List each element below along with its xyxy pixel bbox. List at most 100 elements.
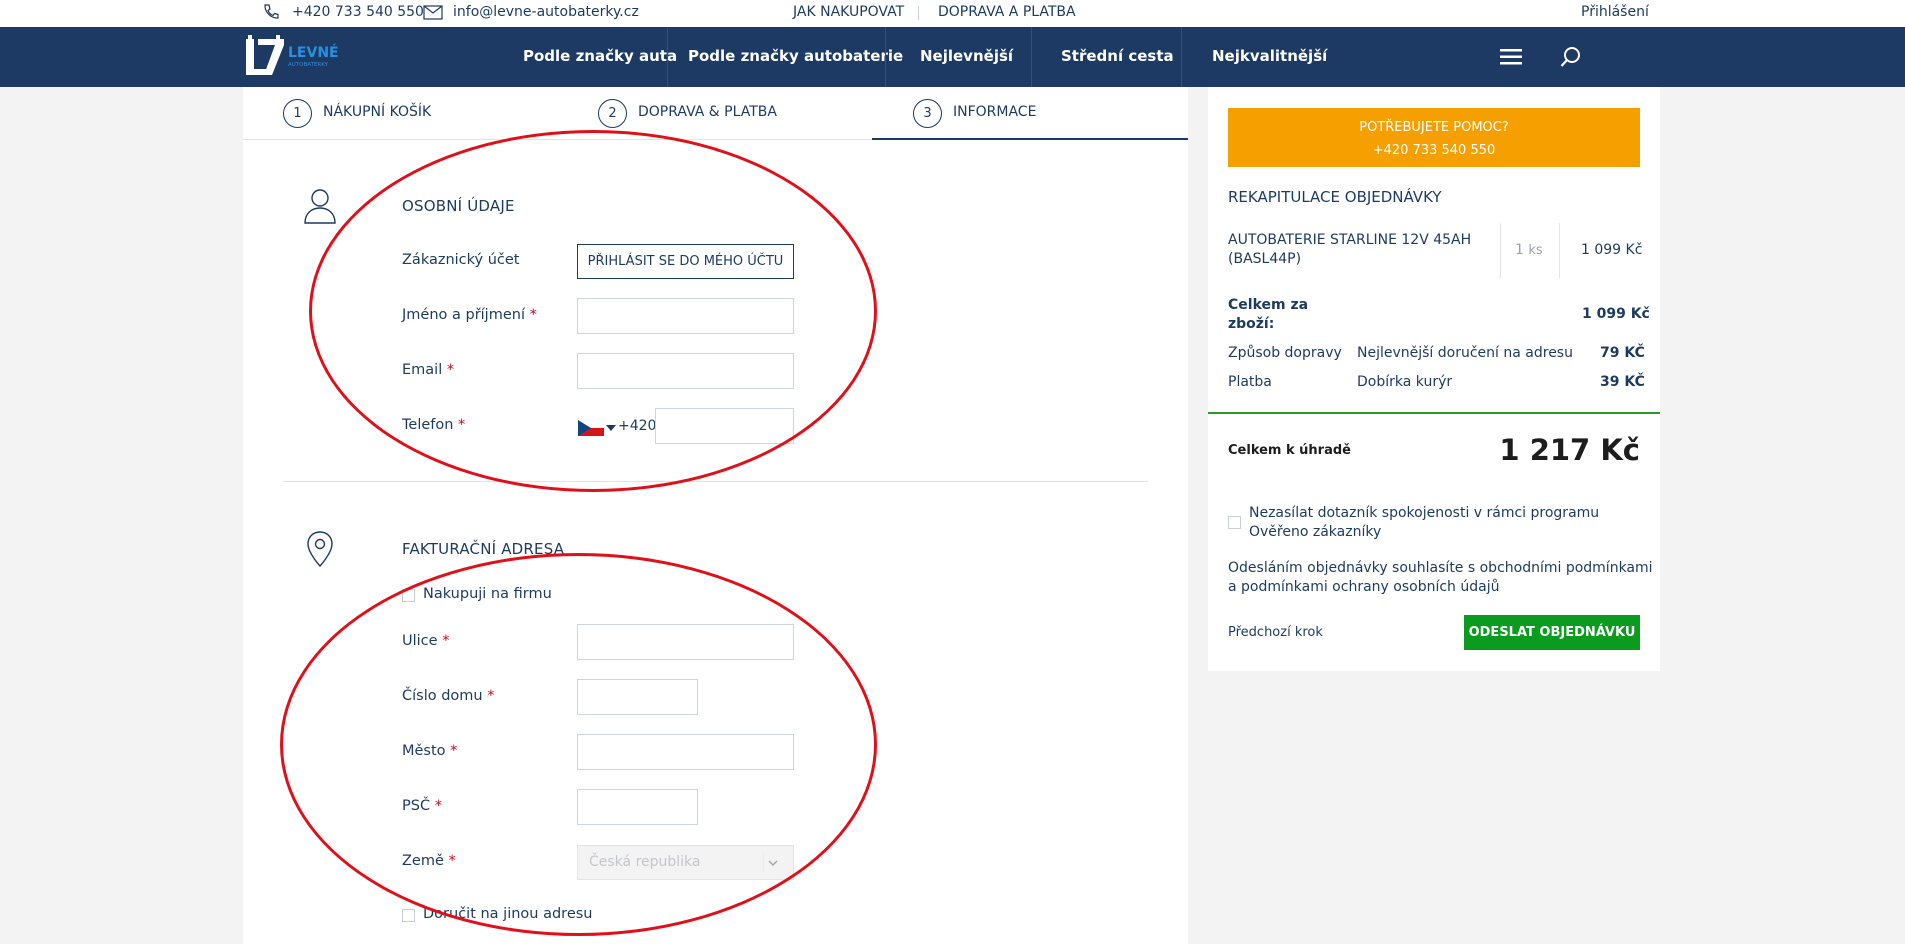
help-phone[interactable]: +420 733 540 550	[1228, 143, 1640, 158]
street-label: Ulice *	[402, 633, 449, 649]
topbar-separator	[918, 6, 919, 20]
product-quantity-unit: ks	[1528, 243, 1543, 258]
menu-icon[interactable]	[1500, 48, 1522, 66]
country-select-value: Česká republika	[589, 854, 701, 870]
shipping-method: Nejlevnější doručení na adresu	[1357, 345, 1573, 361]
help-box[interactable]: POTŘEBUJETE POMOC? +420 733 540 550	[1228, 108, 1640, 167]
checkout-steps: 1 NÁKUPNÍ KOŠÍK 2 DOPRAVA & PLATBA 3 INF…	[243, 87, 1188, 140]
phone-input[interactable]	[655, 408, 794, 444]
required-mark: *	[450, 743, 458, 759]
logo-subtext: AUTOBATERKY	[288, 62, 329, 68]
site-logo[interactable]: LEVNÉ AUTOBATERKY	[244, 35, 344, 79]
nav-divider	[1031, 27, 1032, 87]
nav-divider	[885, 27, 886, 87]
step-label: INFORMACE	[953, 104, 1037, 120]
payment-label: Platba	[1228, 374, 1272, 390]
total-divider	[1208, 412, 1660, 414]
product-price: 1 099 Kč	[1581, 242, 1643, 258]
required-mark: *	[434, 798, 442, 814]
logo-text: LEVNÉ	[288, 44, 339, 61]
how-to-buy-link[interactable]: JAK NAKUPOVAT	[793, 4, 904, 20]
required-mark: *	[529, 307, 537, 323]
zip-input[interactable]	[577, 789, 698, 825]
country-label-text: Země	[402, 853, 444, 869]
topbar-phone-link[interactable]: +420 733 540 550	[292, 4, 424, 20]
nav-highest-quality[interactable]: Nejkvalitnější	[1212, 27, 1327, 87]
email-input[interactable]	[577, 353, 794, 389]
street-input[interactable]	[577, 624, 794, 660]
payment-price: 39 KČ	[1600, 374, 1645, 390]
city-label-text: Město	[402, 743, 446, 759]
phone-prefix: +420	[618, 418, 657, 434]
nav-by-battery-brand[interactable]: Podle značky autobaterie	[688, 27, 903, 87]
shipping-label: Způsob dopravy	[1228, 345, 1342, 361]
required-mark: *	[442, 633, 450, 649]
help-title: POTŘEBUJETE POMOC?	[1359, 120, 1509, 135]
previous-step-link[interactable]: Předchozí krok	[1228, 625, 1323, 640]
login-account-button[interactable]: PŘIHLÁSIT SE DO MÉHO ÚČTU	[577, 244, 794, 279]
billing-section-title: FAKTURAČNÍ ADRESA	[402, 540, 565, 558]
shipping-payment-link[interactable]: DOPRAVA A PLATBA	[938, 4, 1076, 20]
total-value: 1 217 Kč	[1499, 433, 1640, 467]
email-label: Email *	[402, 362, 454, 378]
nav-divider	[667, 27, 668, 87]
step-number: 1	[283, 99, 312, 128]
house-label-text: Číslo domu	[402, 688, 483, 704]
country-select[interactable]: Česká republika	[577, 845, 794, 880]
nav-middle-way[interactable]: Střední cesta	[1061, 27, 1174, 87]
city-input[interactable]	[577, 734, 794, 770]
name-input[interactable]	[577, 298, 794, 334]
required-mark: *	[448, 853, 456, 869]
goods-total-label-line2: zboží:	[1228, 316, 1275, 332]
name-label: Jméno a příjmení *	[402, 307, 537, 323]
chevron-down-icon	[763, 852, 783, 872]
survey-checkbox-label-line2: Ověřeno zákazníky	[1249, 524, 1382, 540]
order-summary: POTŘEBUJETE POMOC? +420 733 540 550 REKA…	[1208, 87, 1660, 671]
other-address-checkbox[interactable]	[402, 909, 415, 922]
country-label: Země *	[402, 853, 456, 869]
personal-section-title: OSOBNÍ ÚDAJE	[402, 197, 515, 215]
company-checkbox-label: Nakupuji na firmu	[423, 586, 552, 602]
phone-label: Telefon *	[402, 417, 465, 433]
required-mark: *	[458, 417, 466, 433]
goods-total-value: 1 099 Kč	[1582, 306, 1650, 322]
company-checkbox[interactable]	[402, 589, 415, 602]
survey-checkbox[interactable]	[1228, 516, 1241, 529]
payment-method: Dobírka kurýr	[1357, 374, 1453, 390]
product-divider	[1500, 223, 1501, 278]
city-label: Město *	[402, 743, 457, 759]
zip-label: PSČ *	[402, 798, 442, 814]
required-mark: *	[487, 688, 495, 704]
mail-icon	[423, 5, 443, 20]
email-label-text: Email	[402, 362, 443, 378]
location-pin-icon	[306, 530, 334, 568]
product-quantity-value: 1	[1515, 242, 1524, 258]
czech-flag-icon[interactable]	[578, 420, 604, 436]
product-divider	[1559, 223, 1560, 278]
step-label: DOPRAVA & PLATBA	[638, 104, 777, 120]
chevron-down-icon[interactable]	[606, 425, 616, 431]
account-label: Zákaznický účet	[402, 252, 520, 268]
section-divider	[283, 481, 1148, 482]
terms-text-line1[interactable]: Odesláním objednávky souhlasíte s obchod…	[1228, 560, 1653, 576]
checkout-form: 1 NÁKUPNÍ KOŠÍK 2 DOPRAVA & PLATBA 3 INF…	[243, 87, 1188, 944]
zip-label-text: PSČ	[402, 798, 431, 814]
top-bar: +420 733 540 550 info@levne-autobaterky.…	[0, 0, 1905, 27]
nav-by-car-brand[interactable]: Podle značky auta	[523, 27, 677, 87]
login-link[interactable]: Přihlášení	[1581, 4, 1649, 20]
phone-label-text: Telefon	[402, 417, 454, 433]
topbar-email-link[interactable]: info@levne-autobaterky.cz	[453, 4, 639, 20]
street-label-text: Ulice	[402, 633, 438, 649]
other-address-label: Doručit na jinou adresu	[423, 906, 593, 922]
submit-order-button[interactable]: ODESLAT OBJEDNÁVKU	[1464, 615, 1640, 650]
step-number: 2	[598, 99, 627, 128]
nav-divider	[1181, 27, 1182, 87]
nav-cheapest[interactable]: Nejlevnější	[920, 27, 1013, 87]
step-label: NÁKUPNÍ KOŠÍK	[323, 104, 432, 120]
main-navigation: LEVNÉ AUTOBATERKY Podle značky auta Podl…	[0, 27, 1905, 87]
terms-text-line2[interactable]: a podmínkami ochrany osobních údajů	[1228, 579, 1499, 595]
search-icon[interactable]	[1560, 46, 1582, 68]
house-number-input[interactable]	[577, 679, 698, 715]
product-name-line2[interactable]: (BASL44P)	[1228, 251, 1301, 267]
product-name-line1[interactable]: AUTOBATERIE STARLINE 12V 45AH	[1228, 232, 1471, 248]
